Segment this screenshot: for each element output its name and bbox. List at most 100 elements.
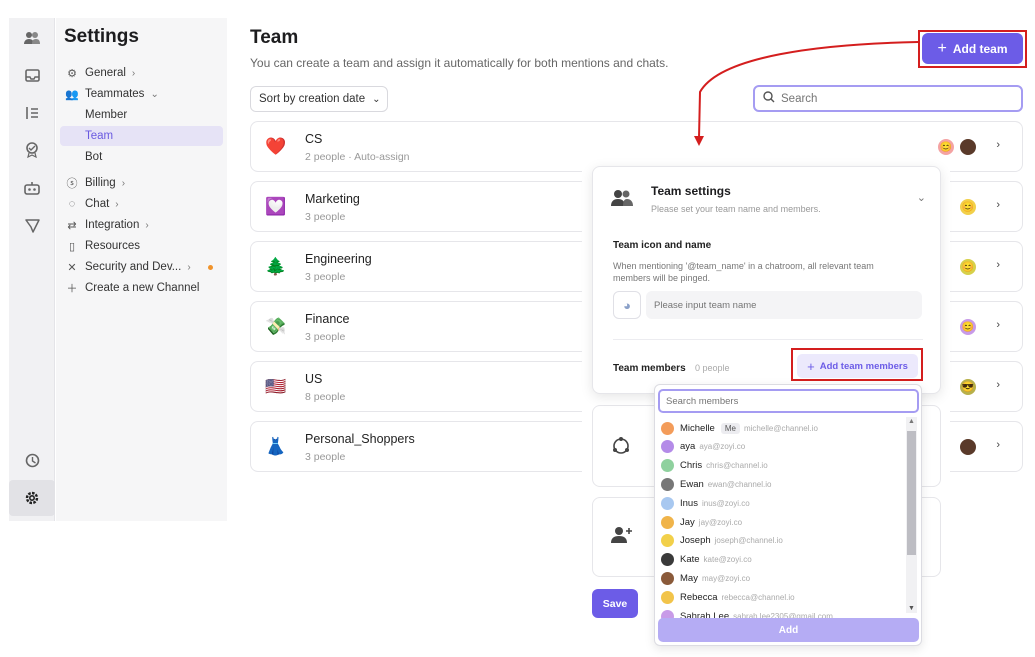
member-email: inus@zoyi.co [701,498,750,508]
avatar [661,421,674,435]
people-icon[interactable] [9,21,55,55]
member-option[interactable]: May may@zoyi.co [661,569,905,587]
chevron-right-icon: › [996,379,1000,391]
notification-dot [208,264,213,270]
member-name: Ewan [680,478,704,490]
page-title: Team [250,27,299,48]
me-badge: Me [720,422,740,434]
scroll-up-icon[interactable]: ▲ [908,418,915,425]
member-option[interactable]: Michelle Me michelle@channel.io [661,419,905,437]
sidebar-item-teammates[interactable]: 👥 Teammates ⌄ [60,84,223,104]
member-email: michelle@channel.io [743,423,818,433]
sidebar-item-label: Security and Dev... [85,261,182,273]
sidebar-item-label: Teammates [85,88,145,100]
sidebar-item-member[interactable]: Member [60,105,223,125]
chevron-down-icon[interactable]: ⌄ [917,191,926,204]
member-name: Chris [680,460,703,472]
inbox-icon[interactable] [9,58,55,92]
member-name: May [680,572,698,584]
plus-icon: + [937,39,947,57]
sort-dropdown[interactable]: Sort by creation date ⌄ [250,86,388,112]
sidebar-item-security[interactable]: ✕ Security and Dev... › [60,257,223,277]
chevron-right-icon: › [996,139,1000,151]
team-name: US [305,372,323,386]
member-search[interactable] [658,389,919,413]
badge-icon[interactable] [9,133,55,167]
add-members-label: Add team members [819,360,908,372]
member-option[interactable]: Joseph joseph@channel.io [661,532,905,550]
team-meta: 8 people [305,391,346,403]
team-search[interactable] [753,85,1023,112]
sidebar-title: Settings [64,26,139,47]
sidebar-item-label: General [85,67,126,79]
avatar [661,496,674,510]
flag-icon: 🇺🇸 [265,377,287,396]
sidebar-item-label: Chat [85,198,110,210]
bot-icon[interactable] [9,171,55,205]
scrollbar[interactable]: ▲ ▼ [906,417,917,613]
divider [613,339,923,340]
avatar [661,459,674,473]
add-team-members-button[interactable]: + Add team members [797,354,918,378]
chevron-right-icon: › [996,439,1000,451]
member-email: ewan@channel.io [707,479,772,489]
chevron-right-icon: › [187,261,191,273]
member-option[interactable]: aya aya@zoyi.co [661,438,905,456]
team-name-field[interactable] [646,291,922,319]
sidebar-item-integration[interactable]: ⇄ Integration › [60,215,223,235]
scroll-down-icon[interactable]: ▼ [908,605,915,612]
member-option[interactable]: Ewan ewan@channel.io [661,475,905,493]
member-email: kate@zoyi.co [703,555,752,565]
sidebar-item-label: Create a new Channel [85,282,200,294]
team-meta: 3 people [305,211,346,223]
icon-name-description: When mentioning '@team_name' in a chatro… [613,261,874,283]
plus-icon: ＋ [66,283,78,295]
gear-icon[interactable] [9,480,55,516]
avatar: 😊 [959,198,977,216]
member-option[interactable]: Chris chris@channel.io [661,457,905,475]
sidebar-item-bot[interactable]: Bot [60,147,223,167]
swap-icon: ⇄ [67,219,77,232]
emoji-picker-icon: ◕ [623,297,631,313]
member-dropdown: Michelle Memichelle@channel.io ayaaya@zoyi… [654,384,922,646]
panel-title: Team settings [651,184,731,198]
avatar [661,515,674,529]
clock-icon[interactable] [9,443,55,477]
avatar [661,571,674,585]
member-email: chris@channel.io [706,461,768,471]
sidebar-item-chat[interactable]: ◌ Chat › [60,194,223,214]
team-name: Personal_Shoppers [305,432,415,446]
scrollbar-thumb[interactable] [907,431,916,555]
member-email: jay@zoyi.co [698,517,743,527]
team-icon-picker[interactable]: ◕ [613,291,641,319]
sidebar-item-create-channel[interactable]: ＋ Create a new Channel [60,278,223,298]
sidebar-item-team[interactable]: Team [60,126,223,146]
member-search-input[interactable] [666,395,906,407]
member-option[interactable]: Rebecca rebecca@channel.io [661,588,905,606]
add-team-button[interactable]: + Add team [922,33,1023,64]
chat-icon: ◌ [68,198,76,210]
chevron-right-icon: › [996,319,1000,331]
save-button[interactable]: Save [592,589,638,618]
add-button[interactable]: Add [658,618,919,642]
member-option[interactable]: Jay jay@zoyi.co [661,513,905,531]
list-icon[interactable] [9,96,55,130]
team-name-input[interactable] [654,299,904,311]
money-icon: 💸 [265,317,287,336]
member-email: aya@zoyi.co [699,442,746,452]
sidebar-item-general[interactable]: ⚙ General › [60,63,223,83]
sidebar-item-resources[interactable]: ▯ Resources [60,236,223,256]
team-name: CS [305,132,323,146]
search-input[interactable] [781,92,1001,105]
sync-icon [611,436,631,461]
add-team-label: Add team [952,41,1008,56]
send-icon[interactable] [9,208,55,242]
sidebar-item-label: Integration [85,219,140,231]
member-email: rebecca@channel.io [721,592,795,602]
member-option[interactable]: Inus inus@zoyi.co [661,494,905,512]
member-option[interactable]: Kate kate@zoyi.co [661,551,905,569]
member-name: Rebecca [680,591,718,603]
sidebar-item-billing[interactable]: ⓢ Billing › [60,173,223,193]
heart-icon: ❤️ [265,137,287,156]
chevron-right-icon: › [996,259,1000,271]
